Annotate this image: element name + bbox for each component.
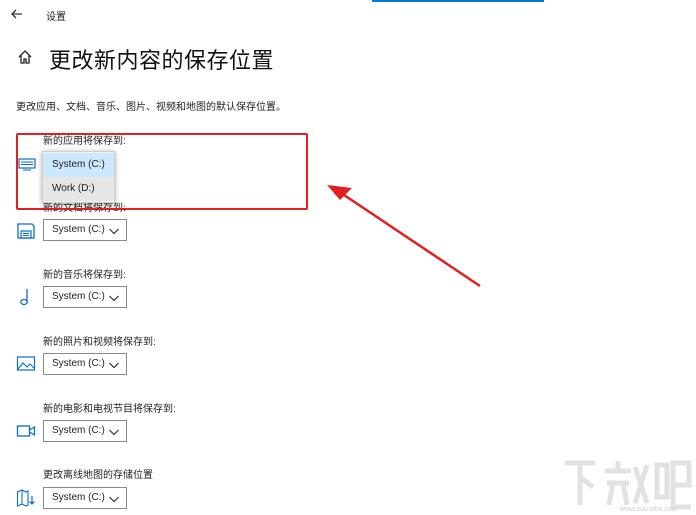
app-title: 设置 xyxy=(46,12,66,23)
video-camera-icon xyxy=(16,425,36,437)
document-drive-icon xyxy=(17,223,35,239)
accent-line xyxy=(372,0,544,2)
maps-location-select[interactable]: System (C:) xyxy=(43,487,127,509)
music-save-label: 新的音乐将保存到: xyxy=(43,270,126,281)
movies-location-value: System (C:) xyxy=(52,425,105,436)
documents-location-select[interactable]: System (C:) xyxy=(43,219,127,241)
photos-location-value: System (C:) xyxy=(52,358,105,369)
maps-location-value: System (C:) xyxy=(52,492,105,503)
movies-location-select[interactable]: System (C:) xyxy=(43,420,127,442)
chevron-down-icon xyxy=(109,496,119,503)
annotation-highlight-box xyxy=(16,133,308,210)
chevron-down-icon xyxy=(109,228,119,235)
music-note-icon xyxy=(20,289,28,306)
photos-location-select[interactable]: System (C:) xyxy=(43,353,127,375)
title-bar: 设置 xyxy=(0,0,696,30)
home-icon[interactable] xyxy=(16,48,34,66)
photos-save-label: 新的照片和视频将保存到: xyxy=(43,337,156,348)
back-arrow-icon[interactable] xyxy=(8,5,26,23)
watermark-url: www.xiazaiba.com xyxy=(620,506,678,513)
picture-icon xyxy=(16,356,36,371)
maps-save-label: 更改离线地图的存储位置 xyxy=(43,470,153,481)
page-description: 更改应用、文档、音乐、图片、视频和地图的默认保存位置。 xyxy=(16,102,286,113)
chevron-down-icon xyxy=(109,295,119,302)
map-download-icon xyxy=(16,489,35,507)
chevron-down-icon xyxy=(109,362,119,369)
page-title: 更改新内容的保存位置 xyxy=(49,48,275,73)
music-location-select[interactable]: System (C:) xyxy=(43,286,127,308)
documents-location-value: System (C:) xyxy=(52,224,105,235)
chevron-down-icon xyxy=(109,429,119,436)
music-location-value: System (C:) xyxy=(52,291,105,302)
movies-save-label: 新的电影和电视节目将保存到: xyxy=(43,404,176,415)
